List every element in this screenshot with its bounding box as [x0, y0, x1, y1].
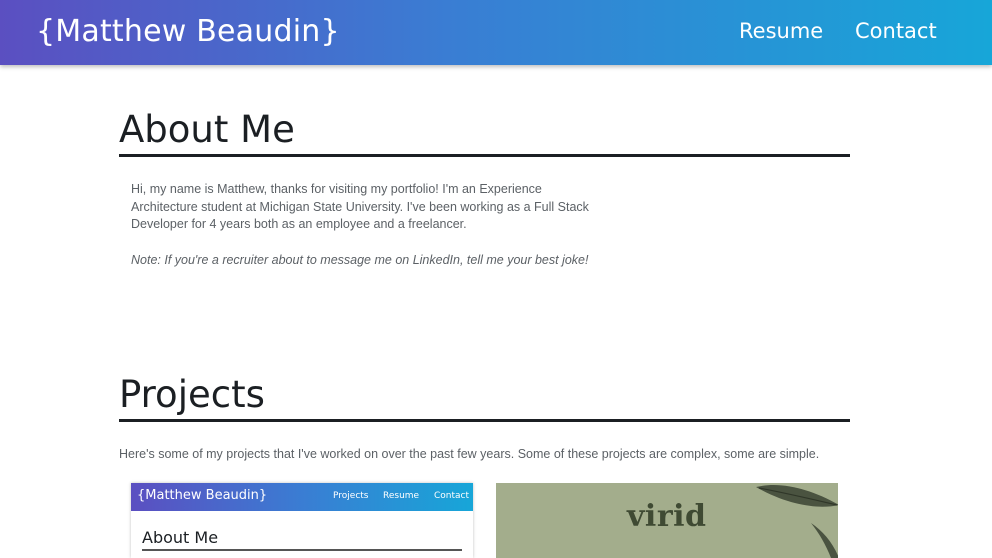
- projects-title: Projects: [119, 373, 265, 416]
- preview-divider: [142, 549, 462, 551]
- nav-link-resume[interactable]: Resume: [739, 19, 823, 43]
- preview-heading: About Me: [142, 528, 219, 547]
- preview-brand: {Matthew Beaudin}: [137, 488, 268, 503]
- about-note: Note: If you're a recruiter about to mes…: [131, 253, 589, 267]
- navbar: {Matthew Beaudin} Resume Contact: [0, 0, 992, 65]
- leaf-icon: [756, 485, 838, 558]
- preview-link-contact: Contact: [434, 491, 470, 501]
- brand-link[interactable]: {Matthew Beaudin}: [36, 14, 340, 49]
- project-card-portfolio[interactable]: {Matthew Beaudin} Projects Resume Contac…: [131, 483, 473, 558]
- about-title: About Me: [119, 108, 295, 151]
- virid-logo-text: virid: [627, 499, 707, 534]
- preview-navbar: {Matthew Beaudin} Projects Resume Contac…: [131, 483, 473, 511]
- projects-intro: Here's some of my projects that I've wor…: [119, 447, 820, 461]
- about-divider: [119, 154, 850, 157]
- about-paragraph: Hi, my name is Matthew, thanks for visit…: [131, 182, 589, 231]
- projects-divider: [119, 419, 850, 422]
- preview-link-projects: Projects: [333, 491, 369, 501]
- project-card-virid[interactable]: virid: [496, 483, 838, 558]
- preview-link-resume: Resume: [383, 491, 420, 501]
- nav-link-contact[interactable]: Contact: [855, 19, 937, 43]
